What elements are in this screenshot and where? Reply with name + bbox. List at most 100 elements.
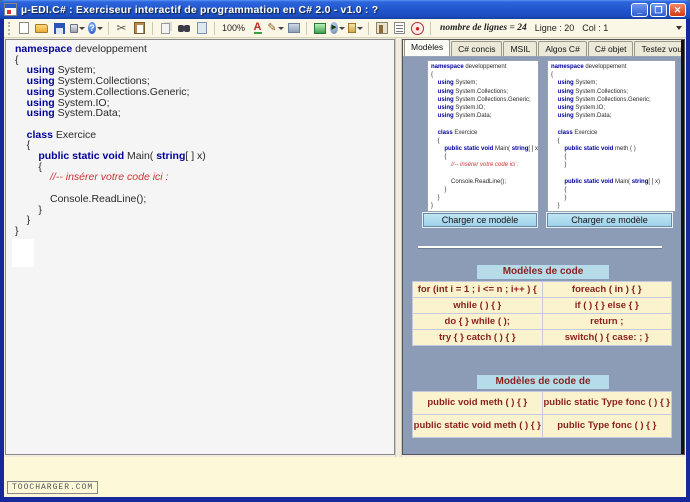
code-line: public static void Main( string[ ] x)	[431, 145, 538, 153]
print-dropdown-icon[interactable]	[79, 27, 85, 30]
template-row: for (int i = 1 ; i <= n ; i++ ) {foreach…	[413, 282, 671, 297]
image-icon[interactable]	[286, 21, 301, 36]
tab-c-objet[interactable]: C# objet	[588, 41, 634, 56]
package-icon[interactable]	[348, 21, 363, 36]
code-line: Console.ReadLine();	[431, 178, 538, 186]
code-template-cell[interactable]: while ( ) { }	[413, 298, 542, 313]
run-icon[interactable]: ▶	[330, 21, 345, 36]
tab-msil[interactable]: MSIL	[503, 41, 537, 56]
code-template-cell[interactable]: if ( ) { } else { }	[543, 298, 672, 313]
run-dropdown-icon[interactable]	[339, 27, 345, 30]
template-row: while ( ) { }if ( ) { } else { }	[413, 298, 671, 313]
model-preview-2[interactable]: namespace developpement{ using System; u…	[547, 60, 676, 212]
help-icon[interactable]: ?	[88, 21, 103, 36]
load-model-2-button[interactable]: Charger ce modèle	[547, 213, 672, 227]
model-preview-1[interactable]: namespace developpement{ using System; u…	[427, 60, 539, 212]
app-window: µ-EDI.C# : Exerciseur interactif de prog…	[0, 0, 690, 502]
code-line: }	[551, 161, 675, 169]
print-icon[interactable]	[70, 21, 85, 36]
code-line	[431, 170, 538, 178]
tab-mod-les[interactable]: Modèles	[404, 39, 450, 56]
find-icon[interactable]	[176, 21, 191, 36]
method-templates-header: Modèles de code de	[477, 375, 609, 389]
minimize-button[interactable]: _	[631, 3, 648, 17]
method-templates-table: public void meth ( ) { }public static Ty…	[412, 391, 672, 438]
code-line: public static void Main( string[ ] x)	[551, 178, 675, 186]
exit-icon[interactable]	[374, 21, 389, 36]
save-icon[interactable]	[52, 21, 67, 36]
code-template-cell[interactable]: for (int i = 1 ; i <= n ; i++ ) {	[413, 282, 542, 297]
editor-code[interactable]: namespace developpement{ using System; u…	[15, 44, 394, 237]
tab-algos-c-[interactable]: Algos C#	[538, 41, 587, 56]
panel-right-edge	[681, 40, 684, 454]
code-line: Console.ReadLine();	[15, 194, 394, 205]
toolbar-separator	[430, 22, 431, 35]
toolbar-overflow-icon[interactable]	[676, 26, 682, 30]
code-line: {	[551, 153, 675, 161]
bottom-strip: TOOCHARGER.COM	[4, 457, 686, 497]
code-line: namespace developpement	[15, 44, 394, 55]
code-template-cell[interactable]: try { } catch ( ) { }	[413, 330, 542, 345]
code-template-cell[interactable]: foreach ( in ) { }	[543, 282, 672, 297]
code-editor[interactable]: namespace developpement{ using System; u…	[5, 39, 395, 455]
panel-splitter[interactable]	[395, 38, 402, 457]
tab-c-concis[interactable]: C# concis	[451, 41, 502, 56]
stop-record-icon[interactable]: ●	[410, 21, 425, 36]
code-line: namespace developpement	[551, 63, 675, 71]
pen-dropdown-icon[interactable]	[278, 27, 284, 30]
font-color-icon[interactable]: A	[250, 21, 265, 36]
toolbar-grip[interactable]	[8, 22, 11, 35]
current-line-label: Ligne : 20	[535, 23, 575, 33]
code-template-cell[interactable]: switch( ) { case: ; }	[543, 330, 672, 345]
code-line: using System.IO;	[551, 104, 675, 112]
tab-testez-vous[interactable]: Testez vous	[634, 41, 685, 56]
code-line: {	[431, 153, 538, 161]
code-line: }	[551, 211, 675, 212]
code-template-cell[interactable]: public static void meth ( ) { }	[413, 415, 542, 437]
code-line: using System.Data;	[431, 112, 538, 120]
export-icon[interactable]	[312, 21, 327, 36]
open-folder-icon[interactable]	[34, 21, 49, 36]
code-line: public static void Main( string[ ] x)	[15, 151, 394, 162]
code-line	[551, 120, 675, 128]
maximize-button[interactable]: ❐	[650, 3, 667, 17]
package-dropdown-icon[interactable]	[357, 27, 363, 30]
toolbar-separator	[214, 22, 215, 35]
toolbar-separator	[306, 22, 307, 35]
code-templates-header: Modèles de code	[477, 265, 609, 279]
code-template-cell[interactable]: return ;	[543, 314, 672, 329]
code-line: }	[431, 194, 538, 202]
copy-icon[interactable]	[158, 21, 173, 36]
code-template-cell[interactable]: do { } while ( );	[413, 314, 542, 329]
code-line: using System.Collections;	[551, 88, 675, 96]
new-document-icon[interactable]	[16, 21, 31, 36]
code-line: }	[15, 215, 394, 226]
properties-icon[interactable]	[392, 21, 407, 36]
code-line: public static void meth ( )	[551, 145, 675, 153]
zoom-level[interactable]: 100%	[220, 23, 247, 33]
toolbar-separator	[368, 22, 369, 35]
line-count-label: nombre de lignes = 24	[440, 23, 527, 33]
template-row: do { } while ( );return ;	[413, 314, 671, 329]
code-line: }	[551, 202, 675, 210]
code-line: {	[551, 71, 675, 79]
template-row: try { } catch ( ) { }switch( ) { case: ;…	[413, 330, 671, 345]
code-line: class Exercice	[15, 130, 394, 141]
code-template-cell[interactable]: public Type fonc ( ) { }	[543, 415, 672, 437]
model2-code: namespace developpement{ using System; u…	[551, 63, 675, 212]
help-dropdown-icon[interactable]	[97, 27, 103, 30]
code-templates-table: for (int i = 1 ; i <= n ; i++ ) {foreach…	[412, 281, 672, 346]
code-template-cell[interactable]: public static Type fonc ( ) { }	[543, 392, 672, 414]
code-line: }	[431, 186, 538, 194]
text-caret	[12, 239, 34, 267]
pen-icon[interactable]: ✎	[268, 21, 283, 36]
cut-icon[interactable]: ✂	[114, 21, 129, 36]
window-title: µ-EDI.C# : Exerciseur interactif de prog…	[21, 4, 631, 16]
code-template-cell[interactable]: public void meth ( ) { }	[413, 392, 542, 414]
template-row: public static void meth ( ) { }public Ty…	[413, 415, 671, 437]
preview-page-icon[interactable]	[194, 21, 209, 36]
code-line	[551, 170, 675, 178]
close-button[interactable]: ✕	[669, 3, 686, 17]
load-model-1-button[interactable]: Charger ce modèle	[423, 213, 537, 227]
paste-icon[interactable]	[132, 21, 147, 36]
